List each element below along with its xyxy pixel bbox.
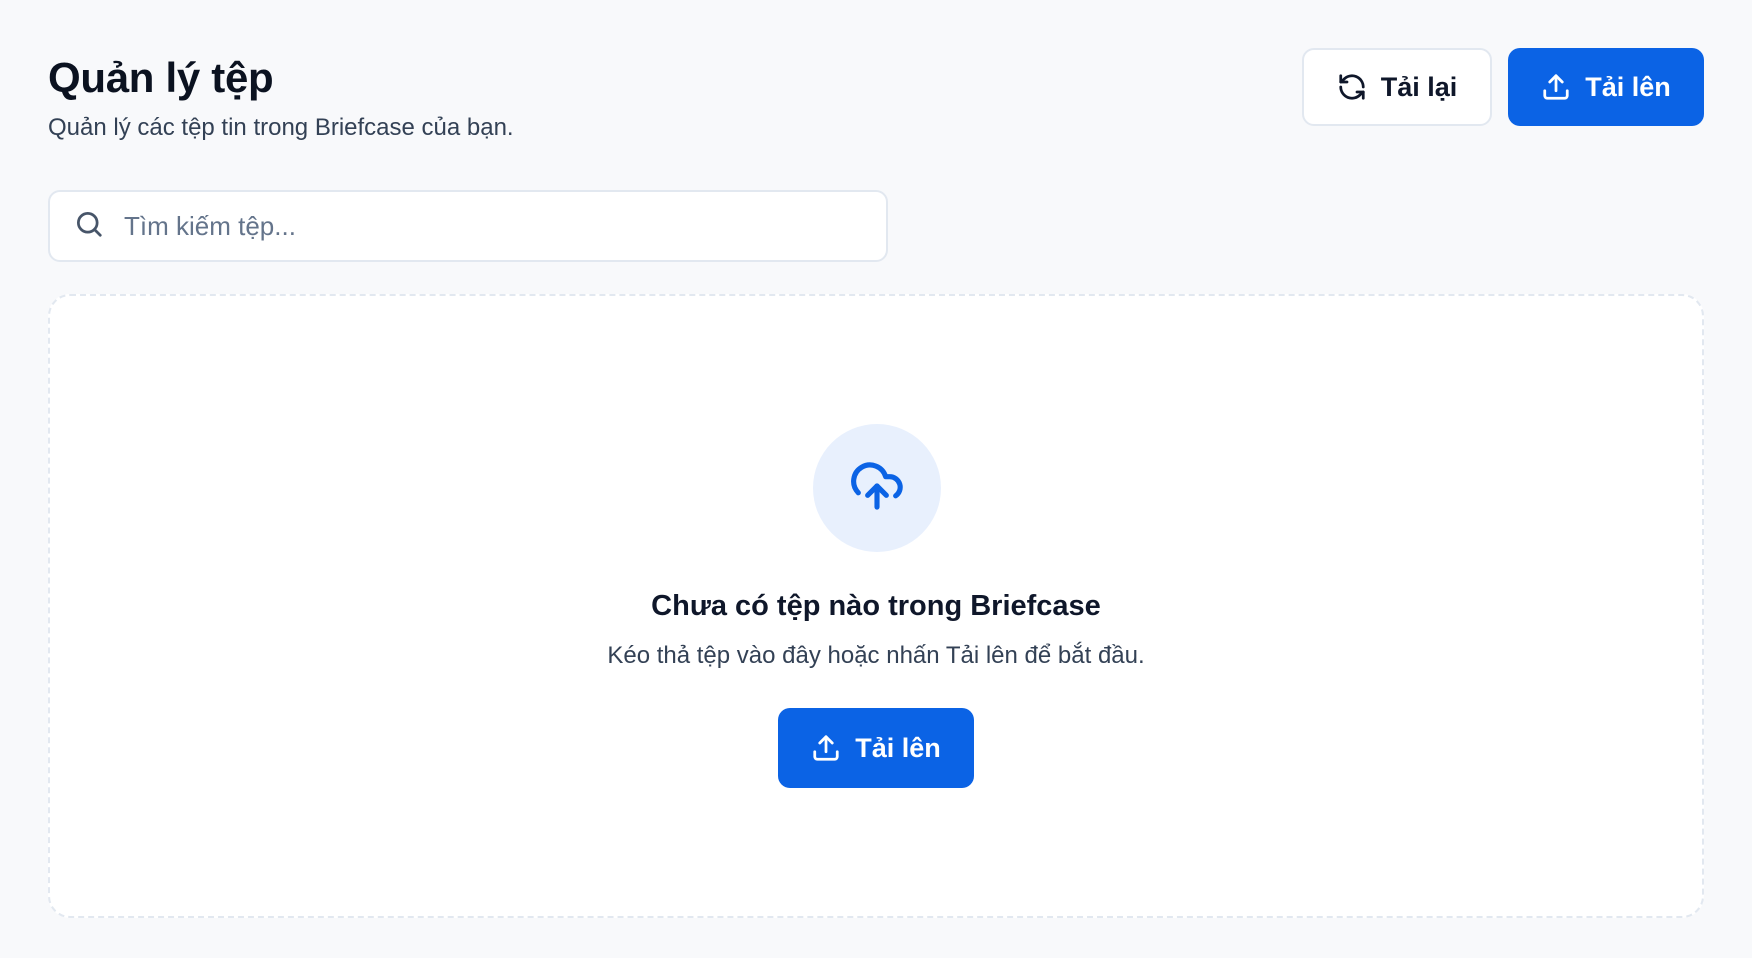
upload-button[interactable]: Tải lên [1508,48,1704,126]
file-dropzone[interactable]: Chưa có tệp nào trong Briefcase Kéo thả … [48,294,1704,918]
reload-button-label: Tải lại [1380,71,1458,102]
refresh-icon [1337,72,1367,102]
upload-icon [1541,72,1571,102]
empty-state-description: Kéo thả tệp vào đây hoặc nhấn Tải lên để… [607,642,1145,669]
cloud-upload-icon [849,458,905,519]
page-header: Quản lý tệp Quản lý các tệp tin trong Br… [48,50,514,144]
reload-button[interactable]: Tải lại [1302,48,1492,126]
search-icon [74,209,104,244]
upload-icon [811,733,841,763]
search-input[interactable] [122,209,826,243]
empty-state-upload-button[interactable]: Tải lên [778,708,974,788]
empty-state-title: Chưa có tệp nào trong Briefcase [651,590,1101,622]
header-actions: Tải lại Tải lên [1302,48,1704,126]
search-box[interactable] [48,190,888,262]
page-title: Quản lý tệp [48,54,274,101]
empty-state-upload-label: Tải lên [855,732,941,763]
file-manager-page: Quản lý tệp Quản lý các tệp tin trong Br… [0,0,1752,958]
empty-state-icon-circle [813,424,941,552]
page-subtitle: Quản lý các tệp tin trong Briefcase của … [48,114,514,141]
upload-button-label: Tải lên [1585,71,1671,102]
